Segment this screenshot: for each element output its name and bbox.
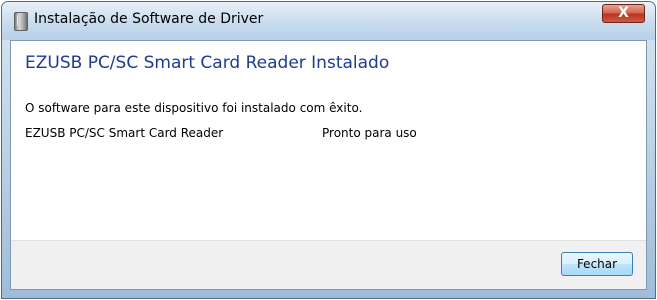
device-name: EZUSB PC/SC Smart Card Reader bbox=[25, 126, 224, 140]
driver-icon bbox=[14, 12, 28, 31]
driver-install-dialog: Instalação de Software de Driver X EZUSB… bbox=[1, 1, 656, 299]
close-icon: X bbox=[618, 5, 629, 21]
dialog-footer: Fechar bbox=[11, 240, 646, 289]
install-message: O software para este dispositivo foi ins… bbox=[25, 101, 363, 115]
fechar-button[interactable]: Fechar bbox=[561, 252, 633, 276]
device-status: Pronto para uso bbox=[322, 126, 417, 140]
title-bar[interactable]: Instalação de Software de Driver X bbox=[2, 2, 655, 40]
close-window-button[interactable]: X bbox=[602, 4, 645, 23]
window-title: Instalação de Software de Driver bbox=[34, 11, 264, 27]
page-title: EZUSB PC/SC Smart Card Reader Instalado bbox=[25, 53, 390, 73]
dialog-content: EZUSB PC/SC Smart Card Reader Instalado … bbox=[10, 40, 647, 290]
